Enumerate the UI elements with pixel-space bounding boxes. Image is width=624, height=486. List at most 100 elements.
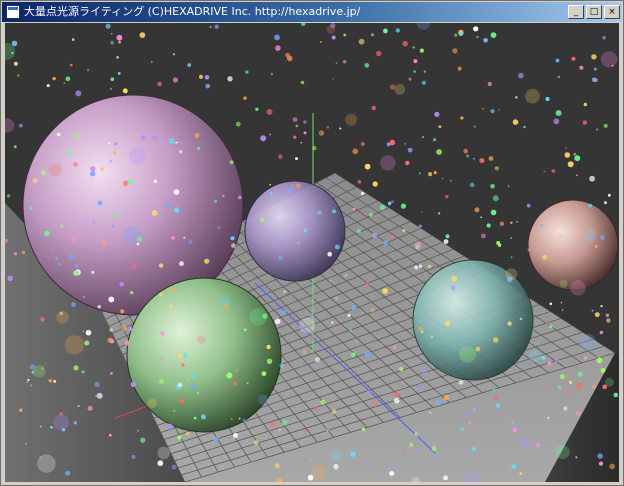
light-point: [76, 271, 80, 274]
light-point: [591, 77, 597, 82]
light-point: [293, 135, 297, 139]
light-point: [110, 40, 114, 45]
light-point: [179, 261, 184, 267]
light-point: [153, 179, 158, 184]
light-point: [290, 293, 293, 296]
light-point: [73, 162, 78, 167]
light-point: [278, 154, 283, 159]
light-point: [88, 329, 91, 332]
light-point: [243, 328, 247, 332]
light-point: [97, 200, 103, 206]
light-point: [444, 395, 450, 401]
light-point: [594, 312, 600, 317]
light-point: [474, 207, 480, 213]
light-point: [109, 339, 115, 344]
light-point: [463, 148, 469, 154]
light-point: [437, 399, 443, 405]
light-glow: [380, 155, 396, 171]
close-button[interactable]: ×: [604, 5, 620, 19]
light-point: [582, 120, 587, 125]
light-point: [352, 207, 356, 211]
light-point: [48, 378, 53, 383]
light-point: [113, 213, 118, 217]
light-point: [50, 426, 53, 429]
light-point: [26, 381, 29, 384]
light-point: [335, 62, 338, 64]
light-point: [365, 462, 371, 468]
light-point: [472, 157, 476, 160]
light-point: [314, 406, 320, 412]
light-point: [109, 160, 112, 163]
light-point: [70, 63, 73, 67]
light-point: [393, 345, 397, 350]
light-point: [55, 192, 58, 195]
light-point: [560, 235, 563, 238]
light-point: [182, 352, 188, 358]
light-point: [450, 285, 456, 291]
light-point: [68, 253, 75, 260]
light-point: [109, 328, 113, 332]
light-point: [105, 23, 111, 29]
light-point: [102, 241, 107, 246]
light-point: [415, 433, 418, 437]
light-point: [515, 96, 518, 99]
light-point: [118, 40, 121, 44]
light-point: [520, 358, 523, 361]
light-point: [198, 74, 204, 79]
light-point: [71, 302, 76, 307]
light-glow: [147, 398, 157, 408]
light-point: [111, 225, 114, 228]
light-point: [596, 128, 599, 131]
light-point: [274, 34, 280, 41]
light-point: [261, 371, 267, 376]
light-point: [344, 273, 348, 277]
light-point: [393, 392, 399, 398]
light-point: [395, 28, 400, 33]
light-point: [569, 380, 573, 384]
light-point: [233, 433, 238, 438]
light-point: [52, 76, 56, 81]
light-point: [574, 155, 581, 162]
light-point: [84, 340, 90, 346]
light-point: [602, 36, 606, 40]
light-point: [576, 382, 582, 389]
light-point: [512, 119, 519, 125]
light-point: [413, 70, 416, 73]
light-point: [413, 59, 418, 64]
app-window-icon[interactable]: [6, 5, 20, 19]
light-point: [457, 66, 462, 71]
light-point: [183, 142, 186, 146]
light-point: [281, 310, 287, 315]
light-point: [91, 270, 95, 274]
light-point: [451, 275, 457, 282]
light-point: [591, 309, 594, 312]
light-point: [56, 132, 61, 137]
light-point: [158, 292, 163, 297]
light-glow: [33, 365, 46, 378]
light-point: [157, 460, 164, 467]
light-point: [585, 245, 589, 250]
light-point: [549, 324, 553, 329]
light-point: [372, 232, 378, 238]
light-point: [176, 141, 179, 144]
maximize-button[interactable]: □: [586, 5, 602, 19]
light-point: [452, 48, 458, 54]
light-point: [63, 82, 66, 85]
light-point: [351, 305, 356, 311]
light-point: [526, 203, 531, 208]
light-glow: [369, 397, 379, 408]
light-point: [77, 405, 80, 408]
title-bar[interactable]: 大量点光源ライティング (C)HEXADRIVE Inc. http://hex…: [2, 2, 622, 22]
minimize-button[interactable]: _: [568, 5, 584, 19]
light-glow: [528, 349, 542, 363]
light-point: [547, 416, 550, 419]
light-point: [445, 234, 450, 239]
light-point: [542, 254, 548, 260]
light-point: [599, 235, 605, 241]
light-point: [67, 150, 73, 156]
light-point: [266, 344, 271, 350]
light-glow: [219, 297, 231, 308]
light-point: [304, 430, 307, 433]
render-viewport[interactable]: [5, 23, 619, 482]
light-point: [180, 141, 183, 144]
